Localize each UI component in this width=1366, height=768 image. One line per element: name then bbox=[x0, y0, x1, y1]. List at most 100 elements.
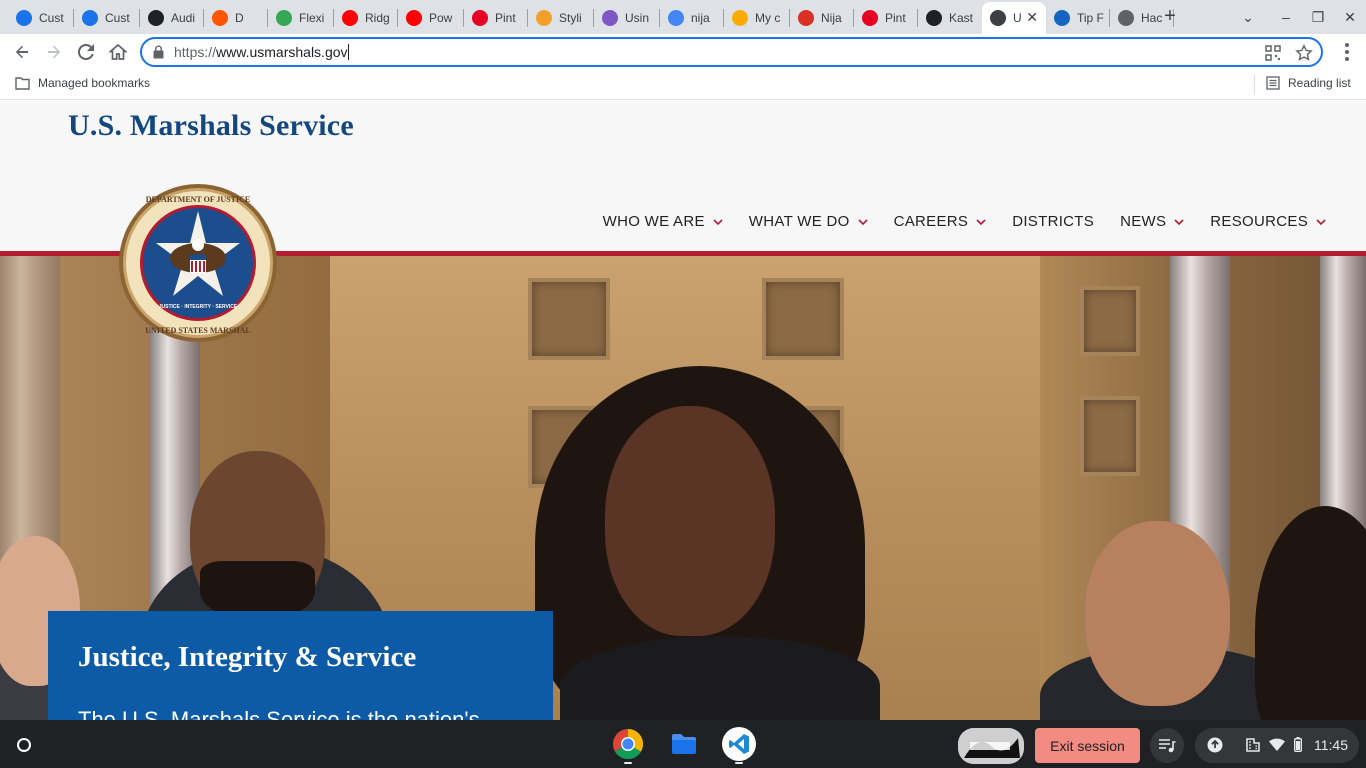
soundcloud-icon bbox=[212, 10, 228, 26]
new-tab-button[interactable]: + bbox=[1158, 5, 1182, 29]
browser-tab[interactable]: U ✕ bbox=[982, 2, 1046, 34]
wifi-icon bbox=[1269, 738, 1285, 751]
managed-bookmarks-label: Managed bookmarks bbox=[38, 76, 151, 90]
files-app[interactable] bbox=[667, 727, 701, 761]
managed-bookmarks-folder[interactable]: Managed bookmarks bbox=[15, 76, 150, 90]
tab-title: Cust bbox=[39, 11, 64, 25]
lock-icon[interactable] bbox=[153, 45, 164, 59]
chevron-down-icon bbox=[713, 219, 723, 226]
tab-title: Usin bbox=[625, 11, 650, 25]
text-cursor bbox=[347, 44, 349, 60]
nav-item-label: DISTRICTS bbox=[1012, 213, 1095, 230]
browser-tab[interactable]: Audi bbox=[140, 4, 202, 32]
restore-window-icon[interactable]: ❐ bbox=[1307, 6, 1329, 28]
chevron-down-icon bbox=[1316, 219, 1326, 226]
chevron-down-icon bbox=[1174, 219, 1184, 226]
chrome-app[interactable] bbox=[611, 727, 645, 761]
kast-icon bbox=[926, 10, 942, 26]
youtube-icon bbox=[406, 10, 422, 26]
url-text[interactable]: https://www.usmarshals.gov bbox=[174, 44, 349, 60]
nav-item-careers[interactable]: CAREERS bbox=[894, 213, 987, 230]
reload-button[interactable] bbox=[73, 39, 99, 65]
flexi-icon bbox=[276, 10, 292, 26]
tab-title: Styli bbox=[559, 11, 582, 25]
status-tray[interactable]: 11:45 bbox=[1195, 728, 1359, 763]
nav-item-what-we-do[interactable]: WHAT WE DO bbox=[749, 213, 868, 230]
close-tab-icon[interactable]: ✕ bbox=[1026, 10, 1038, 24]
tab-title: Tip F bbox=[1077, 11, 1104, 25]
browser-tab[interactable]: Cust bbox=[74, 4, 138, 32]
browser-tab[interactable]: nija bbox=[660, 4, 722, 32]
c-circle-icon bbox=[16, 10, 32, 26]
p-icon bbox=[1054, 10, 1070, 26]
browser-menu-button[interactable] bbox=[1334, 39, 1360, 65]
launcher-circle-icon bbox=[17, 738, 31, 752]
minimize-window-icon[interactable]: – bbox=[1275, 6, 1297, 28]
browser-tab[interactable]: Flexi bbox=[268, 4, 332, 32]
tab-title: My c bbox=[755, 11, 781, 25]
site-title-link[interactable]: U.S. Marshals Service bbox=[68, 109, 354, 143]
browser-tab[interactable]: Pint bbox=[854, 4, 916, 32]
usms-seal-logo[interactable]: DEPARTMENT OF JUSTICE UNITED STATES MARS… bbox=[118, 183, 278, 343]
back-button[interactable] bbox=[9, 39, 35, 65]
battery-icon bbox=[1294, 737, 1302, 752]
launcher-button[interactable] bbox=[11, 732, 37, 758]
address-bar[interactable]: https://www.usmarshals.gov bbox=[140, 37, 1323, 67]
update-available-icon bbox=[1207, 737, 1223, 753]
nav-item-who-we-are[interactable]: WHO WE ARE bbox=[603, 213, 723, 230]
browser-tab[interactable]: Nija bbox=[790, 4, 852, 32]
browser-tab[interactable]: D bbox=[204, 4, 266, 32]
tab-strip: Cust Cust Audi D Flexi Ridg Pow Pint Styli Usin ni… bbox=[0, 0, 1366, 34]
forward-arrow-icon bbox=[48, 45, 61, 59]
home-button[interactable] bbox=[105, 39, 131, 65]
tab-search-icon[interactable]: ⌄ bbox=[1237, 6, 1259, 28]
browser-tab[interactable]: My c bbox=[724, 4, 788, 32]
tab-title: Kast bbox=[949, 11, 974, 25]
user-avatar-thumbnail[interactable] bbox=[958, 728, 1024, 764]
r-icon bbox=[798, 10, 814, 26]
tab-title: U bbox=[1013, 11, 1022, 25]
nav-item-districts[interactable]: DISTRICTS bbox=[1012, 213, 1094, 230]
qr-code-icon[interactable] bbox=[1264, 44, 1282, 62]
nav-item-news[interactable]: NEWS bbox=[1120, 213, 1184, 230]
media-controls-button[interactable] bbox=[1150, 728, 1184, 763]
back-arrow-icon bbox=[15, 45, 28, 59]
bookmarks-divider bbox=[1254, 75, 1255, 95]
nav-item-label: WHAT WE DO bbox=[748, 213, 850, 230]
forward-button[interactable] bbox=[41, 39, 67, 65]
tab-title: Pint bbox=[885, 11, 906, 25]
reading-list-icon bbox=[1266, 76, 1280, 90]
browser-tab[interactable]: Tip F bbox=[1046, 4, 1108, 32]
enterprise-building-icon bbox=[1246, 738, 1260, 752]
tab-title: nija bbox=[691, 11, 710, 25]
browser-tab[interactable]: Pint bbox=[464, 4, 526, 32]
usms-icon bbox=[990, 10, 1006, 26]
avatar-image-icon bbox=[958, 728, 1024, 764]
web-page: U.S. Marshals Service WHO WE ARE WHAT WE … bbox=[0, 101, 1366, 720]
hero-heading: Justice, Integrity & Service bbox=[78, 641, 417, 673]
browser-tab[interactable]: Styli bbox=[528, 4, 592, 32]
sunglasses-icon bbox=[732, 10, 748, 26]
reading-list-button[interactable]: Reading list bbox=[1266, 76, 1351, 90]
pinterest-icon bbox=[862, 10, 878, 26]
rocket-icon bbox=[602, 10, 618, 26]
browser-tab[interactable]: Usin bbox=[594, 4, 658, 32]
browser-tab[interactable]: Kast bbox=[918, 4, 980, 32]
vscode-app[interactable] bbox=[722, 727, 756, 761]
browser-tab[interactable]: Ridg bbox=[334, 4, 396, 32]
bookmarks-bar: Managed bookmarks Reading list bbox=[0, 70, 1366, 100]
files-folder-icon bbox=[672, 734, 696, 754]
tab-title: Nija bbox=[821, 11, 842, 25]
close-window-icon[interactable]: ✕ bbox=[1339, 6, 1361, 28]
exit-session-button[interactable]: Exit session bbox=[1035, 728, 1140, 763]
browser-tab[interactable]: Cust bbox=[8, 4, 72, 32]
nav-item-resources[interactable]: RESOURCES bbox=[1210, 213, 1326, 230]
vscode-icon bbox=[729, 734, 749, 754]
pinterest-icon bbox=[472, 10, 488, 26]
playlist-music-icon bbox=[1159, 738, 1176, 752]
browser-toolbar: https://www.usmarshals.gov bbox=[0, 34, 1366, 70]
home-icon bbox=[109, 43, 127, 60]
browser-tab[interactable]: Pow bbox=[398, 4, 462, 32]
bookmark-star-icon[interactable] bbox=[1295, 44, 1313, 62]
folder-icon bbox=[15, 76, 30, 90]
